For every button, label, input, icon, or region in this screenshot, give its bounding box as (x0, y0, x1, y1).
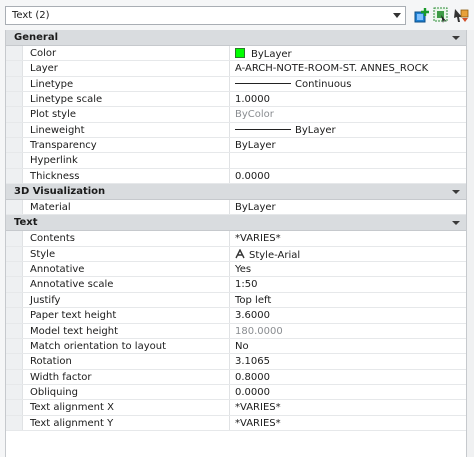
property-value[interactable]: 0.8000 (230, 370, 466, 384)
property-value: 180.0000 (235, 325, 283, 337)
property-row-rotation[interactable]: Rotation 3.1065 (6, 354, 466, 370)
property-row-plot-style: Plot style ByColor (6, 107, 466, 123)
property-label: Text alignment X (23, 400, 230, 415)
property-row-material[interactable]: Material ByLayer (6, 200, 466, 216)
chevron-down-icon[interactable] (393, 13, 401, 18)
property-label: Text alignment Y (23, 415, 230, 430)
section-header-3d-visualization[interactable]: 3D Visualization (6, 184, 466, 201)
pickadd-toggle-icon (413, 6, 431, 24)
property-value: ByColor (235, 109, 274, 121)
property-label: Transparency (23, 138, 230, 153)
property-label: Match orientation to layout (23, 338, 230, 354)
property-row-model-text-height: Model text height 180.0000 (6, 323, 466, 339)
property-value-text: Style-Arial (249, 249, 301, 261)
property-label: Rotation (23, 354, 230, 369)
property-value[interactable]: Yes (230, 262, 466, 276)
property-label: Color (23, 46, 230, 61)
property-value[interactable]: *VARIES* (230, 231, 466, 245)
property-value[interactable]: ByLayer (230, 123, 466, 137)
property-row-linetype[interactable]: Linetype Continuous (6, 76, 466, 93)
property-row-style[interactable]: Style Style-Arial (6, 246, 466, 263)
property-value-text: Continuous (295, 78, 352, 90)
property-row-text-alignment-x[interactable]: Text alignment X *VARIES* (6, 400, 466, 416)
properties-toolbar: Text (2) (0, 0, 474, 30)
property-label: Hyperlink (23, 153, 230, 168)
property-row-paper-text-height[interactable]: Paper text height 3.6000 (6, 308, 466, 324)
property-label: Paper text height (23, 308, 230, 323)
property-label: Obliquing (23, 384, 230, 400)
property-value[interactable]: 0.0000 (230, 169, 466, 183)
property-value[interactable]: 1.0000 (230, 92, 466, 106)
section-title: Text (14, 217, 38, 229)
palette-scroll-area[interactable] (467, 30, 474, 457)
property-label: Annotative scale (23, 277, 230, 292)
property-label: Model text height (23, 323, 230, 338)
property-row-lineweight[interactable]: Lineweight ByLayer (6, 122, 466, 139)
property-row-width-factor[interactable]: Width factor 0.8000 (6, 369, 466, 385)
property-value[interactable]: 0.0000 (230, 385, 466, 399)
property-label: Linetype (23, 76, 230, 92)
property-row-match-orientation[interactable]: Match orientation to layout No (6, 338, 466, 355)
property-value[interactable]: Top left (230, 293, 466, 307)
toggle-pickadd-button[interactable] (413, 6, 431, 24)
section-title: General (14, 32, 58, 43)
property-label: Lineweight (23, 122, 230, 138)
property-value-text: ByLayer (251, 49, 292, 60)
select-objects-button[interactable] (432, 6, 450, 24)
collapse-arrow-icon[interactable] (452, 36, 460, 40)
collapse-arrow-icon[interactable] (452, 190, 460, 195)
property-label: Contents (23, 231, 230, 246)
property-label: Width factor (23, 369, 230, 384)
property-row-annotative-scale[interactable]: Annotative scale 1:50 (6, 277, 466, 293)
property-value[interactable]: ByLayer (230, 46, 466, 60)
property-value[interactable]: Continuous (230, 77, 466, 91)
property-label: Thickness (23, 168, 230, 184)
property-row-transparency[interactable]: Transparency ByLayer (6, 138, 466, 154)
property-row-text-alignment-y[interactable]: Text alignment Y *VARIES* (6, 415, 466, 431)
object-type-selector[interactable]: Text (2) (5, 6, 406, 25)
property-label: Layer (23, 61, 230, 76)
property-label: Linetype scale (23, 92, 230, 107)
section-header-general[interactable]: General (6, 30, 466, 46)
properties-palette: General Color ByLayer Layer A-ARCH-NOTE-… (5, 30, 467, 457)
property-value[interactable]: 1:50 (230, 277, 466, 291)
property-value[interactable]: 3.1065 (230, 354, 466, 368)
property-label: Justify (23, 292, 230, 308)
text-style-icon (235, 248, 245, 259)
property-row-hyperlink[interactable]: Hyperlink (6, 153, 466, 169)
property-label: Material (23, 200, 230, 215)
property-row-obliquing[interactable]: Obliquing 0.0000 (6, 384, 466, 401)
property-value[interactable]: *VARIES* (230, 400, 466, 414)
property-row-linetype-scale[interactable]: Linetype scale 1.0000 (6, 92, 466, 108)
property-value-text: ByLayer (295, 124, 336, 136)
property-row-color[interactable]: Color ByLayer (6, 46, 466, 62)
property-value[interactable]: *VARIES* (230, 416, 466, 430)
property-row-layer[interactable]: Layer A-ARCH-NOTE-ROOM-ST. ANNES_ROCK (6, 61, 466, 77)
object-type-selector-value: Text (2) (12, 10, 50, 21)
linetype-sample-icon (235, 82, 291, 84)
quick-select-icon (452, 6, 470, 24)
property-value[interactable]: ByLayer (230, 138, 466, 152)
property-value[interactable]: No (230, 339, 466, 353)
property-value[interactable]: ByLayer (230, 200, 466, 214)
property-label: Style (23, 246, 230, 262)
property-value[interactable]: Style-Arial (230, 247, 466, 261)
collapse-arrow-icon[interactable] (452, 221, 460, 226)
property-row-justify[interactable]: Justify Top left (6, 292, 466, 309)
property-row-contents[interactable]: Contents *VARIES* (6, 231, 466, 247)
property-label: Plot style (23, 107, 230, 122)
property-row-annotative[interactable]: Annotative Yes (6, 262, 466, 278)
section-title: 3D Visualization (14, 186, 106, 198)
property-row-thickness[interactable]: Thickness 0.0000 (6, 168, 466, 185)
property-value[interactable] (230, 153, 466, 167)
property-value[interactable]: 3.6000 (230, 308, 466, 322)
section-header-text[interactable]: Text (6, 215, 466, 232)
select-objects-icon (432, 6, 450, 24)
quick-select-button[interactable] (452, 6, 470, 24)
property-value[interactable]: A-ARCH-NOTE-ROOM-ST. ANNES_ROCK (230, 61, 466, 75)
color-swatch-icon (235, 48, 245, 58)
property-label: Annotative (23, 262, 230, 277)
lineweight-sample-icon (235, 128, 291, 130)
